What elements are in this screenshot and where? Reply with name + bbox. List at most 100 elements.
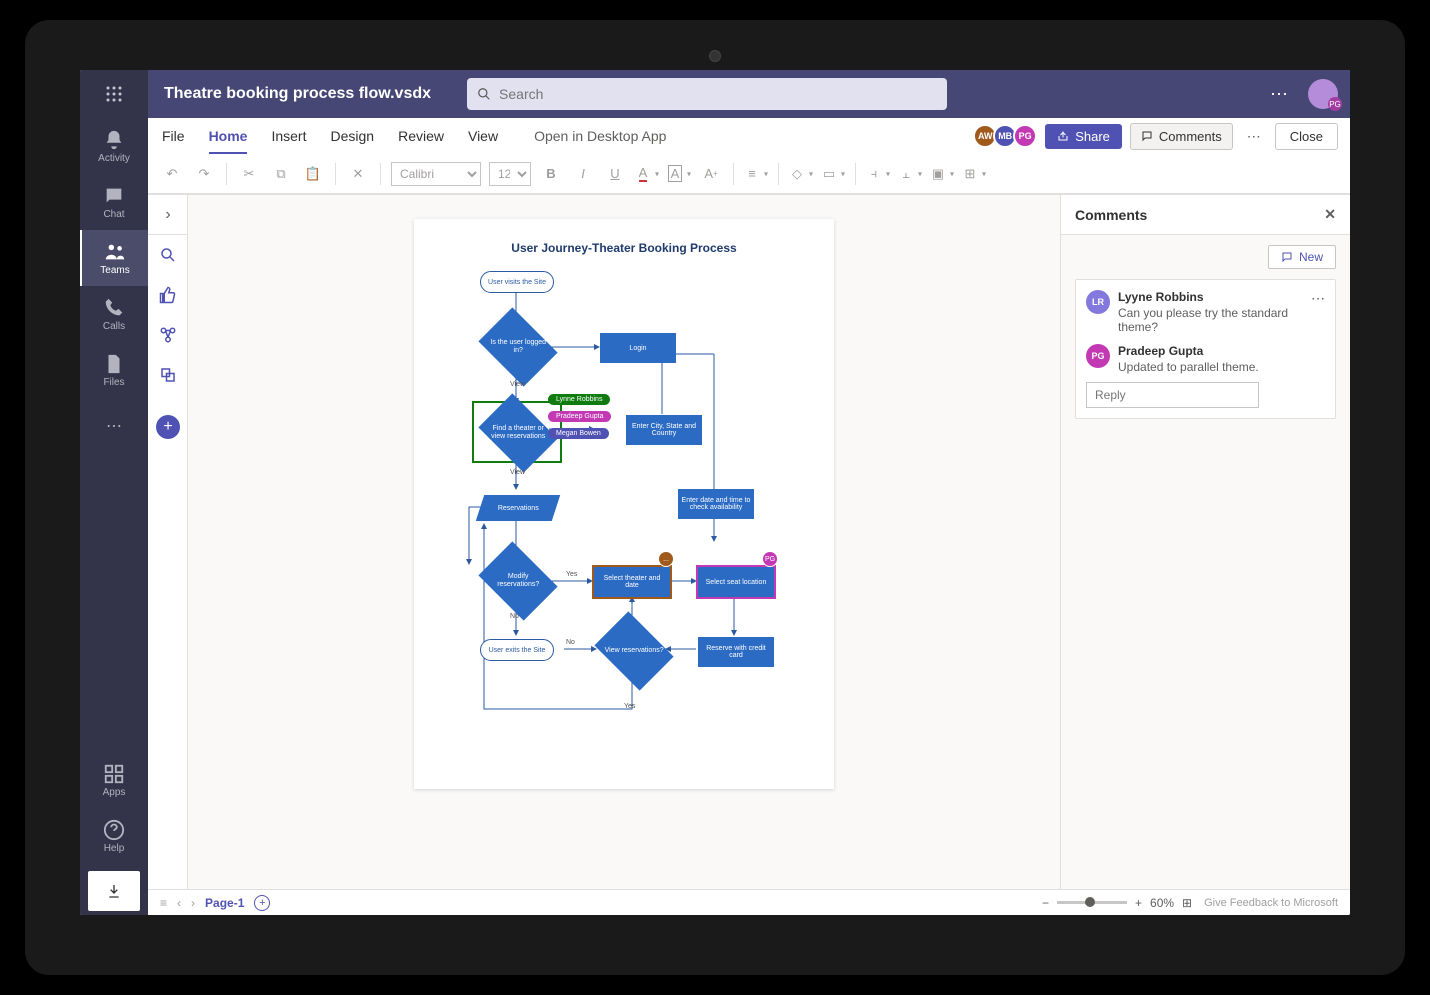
arrange-position-icon[interactable]: ⫠ bbox=[898, 162, 922, 186]
presence-pill: Lynne Robbins bbox=[548, 394, 610, 405]
rail-label: Chat bbox=[103, 209, 124, 220]
font-size-select[interactable]: 12 bbox=[489, 162, 531, 186]
shape-select-seat[interactable]: Select seat location bbox=[698, 567, 774, 597]
presence-avatar[interactable]: PG bbox=[1013, 124, 1037, 148]
reply-input[interactable] bbox=[1086, 382, 1259, 408]
teams-left-rail: Activity Chat Teams Calls Files ⋯ bbox=[80, 70, 148, 915]
shape-reserve[interactable]: Reserve with credit card bbox=[698, 637, 774, 667]
line-icon[interactable]: ▭ bbox=[821, 162, 845, 186]
shape-decision-login[interactable]: Is the user logged in? bbox=[478, 307, 557, 386]
tab-home[interactable]: Home bbox=[209, 118, 248, 154]
shape-start[interactable]: User visits the Site bbox=[480, 271, 554, 293]
tab-insert[interactable]: Insert bbox=[271, 118, 306, 154]
tab-file[interactable]: File bbox=[162, 118, 185, 154]
shape-enter-city[interactable]: Enter City, State and Country bbox=[626, 415, 702, 445]
shapes-tool-icon[interactable] bbox=[148, 315, 188, 355]
underline-icon[interactable]: U bbox=[603, 162, 627, 186]
fill-icon[interactable]: ◇ bbox=[789, 162, 813, 186]
side-tool-rail: › + bbox=[148, 195, 188, 889]
download-button[interactable] bbox=[88, 871, 140, 911]
topbar-more-icon[interactable]: ⋯ bbox=[1262, 84, 1296, 105]
open-in-desktop[interactable]: Open in Desktop App bbox=[534, 118, 666, 154]
new-label: New bbox=[1299, 250, 1323, 264]
presence-pill: Megan Bowen bbox=[548, 428, 609, 439]
align-icon[interactable]: ≡ bbox=[744, 162, 768, 186]
fit-page-icon[interactable]: ⊞ bbox=[1182, 896, 1192, 910]
close-icon[interactable]: ✕ bbox=[1324, 206, 1336, 223]
delete-icon[interactable]: ✕ bbox=[346, 162, 370, 186]
shape-enter-date[interactable]: Enter date and time to check availabilit… bbox=[678, 489, 754, 519]
rail-calls[interactable]: Calls bbox=[80, 286, 148, 342]
font-color-icon[interactable]: A bbox=[635, 162, 659, 186]
rail-help[interactable]: Help bbox=[80, 811, 148, 867]
highlight-icon[interactable]: A bbox=[667, 162, 691, 186]
bold-icon[interactable]: B bbox=[539, 162, 563, 186]
prev-page-icon[interactable]: ‹ bbox=[177, 896, 181, 910]
user-avatar[interactable] bbox=[1308, 79, 1338, 109]
search-box[interactable] bbox=[467, 78, 947, 110]
tab-view[interactable]: View bbox=[468, 118, 498, 154]
comment-more-icon[interactable]: ⋯ bbox=[1311, 290, 1325, 307]
rail-more[interactable]: ⋯ bbox=[80, 398, 148, 454]
feedback-link[interactable]: Give Feedback to Microsoft bbox=[1204, 897, 1338, 909]
rail-label: Calls bbox=[103, 321, 125, 332]
like-tool-icon[interactable] bbox=[148, 275, 188, 315]
comment-icon bbox=[1141, 130, 1153, 142]
canvas[interactable]: User Journey-Theater Booking Process bbox=[188, 195, 1060, 889]
zoom-in-button[interactable]: + bbox=[1135, 896, 1142, 910]
rail-activity[interactable]: Activity bbox=[80, 118, 148, 174]
shape-modify[interactable]: Modify reservations? bbox=[478, 541, 557, 620]
new-comment-button[interactable]: New bbox=[1268, 245, 1336, 269]
tab-review[interactable]: Review bbox=[398, 118, 444, 154]
rail-label: Apps bbox=[103, 787, 126, 798]
italic-icon[interactable]: I bbox=[571, 162, 595, 186]
copy-icon[interactable]: ⧉ bbox=[269, 162, 293, 186]
font-family-select[interactable]: Calibri bbox=[391, 162, 481, 186]
group-icon[interactable]: ⊞ bbox=[962, 162, 986, 186]
arrange-align-icon[interactable]: ⫞ bbox=[866, 162, 890, 186]
zoom-slider[interactable] bbox=[1057, 901, 1127, 904]
paste-icon[interactable]: 📋 bbox=[301, 162, 325, 186]
rail-chat[interactable]: Chat bbox=[80, 174, 148, 230]
presence-pill: Pradeep Gupta bbox=[548, 411, 611, 422]
shape-view-res[interactable]: View reservations? bbox=[594, 611, 673, 690]
comment-thread[interactable]: LR Lyyne Robbins Can you please try the … bbox=[1075, 279, 1336, 419]
redo-icon[interactable]: ↷ bbox=[192, 162, 216, 186]
comments-panel-title: Comments bbox=[1075, 207, 1147, 223]
expand-panel-icon[interactable]: › bbox=[148, 195, 188, 235]
comments-button[interactable]: Comments bbox=[1130, 123, 1233, 150]
bring-front-icon[interactable]: ▣ bbox=[930, 162, 954, 186]
search-tool-icon[interactable] bbox=[148, 235, 188, 275]
tab-design[interactable]: Design bbox=[330, 118, 374, 154]
cut-icon[interactable]: ✂ bbox=[237, 162, 261, 186]
share-button[interactable]: Share bbox=[1045, 124, 1122, 149]
comment-avatar: LR bbox=[1086, 290, 1110, 314]
add-page-button[interactable]: + bbox=[254, 895, 270, 911]
layers-tool-icon[interactable] bbox=[148, 355, 188, 395]
comments-panel: Comments ✕ New LR Lyyne Robbins bbox=[1060, 195, 1350, 889]
rail-apps[interactable]: Apps bbox=[80, 755, 148, 811]
undo-icon[interactable]: ↶ bbox=[160, 162, 184, 186]
font-grow-icon[interactable]: A+ bbox=[699, 162, 723, 186]
rail-teams[interactable]: Teams bbox=[80, 230, 148, 286]
add-tool-button[interactable]: + bbox=[148, 407, 188, 447]
shape-reservations[interactable]: Reservations bbox=[476, 495, 560, 521]
shape-select-theater[interactable]: Select theater and date bbox=[594, 567, 670, 597]
toolbar: ↶ ↷ ✂ ⧉ 📋 ✕ Calibri 12 B I U A A A+ bbox=[148, 154, 1350, 194]
rail-files[interactable]: Files bbox=[80, 342, 148, 398]
close-button[interactable]: Close bbox=[1275, 123, 1338, 150]
page-tab[interactable]: Page-1 bbox=[205, 896, 244, 910]
comment-marker[interactable]: ... bbox=[658, 551, 674, 567]
search-input[interactable] bbox=[499, 86, 937, 102]
shape-login[interactable]: Login bbox=[600, 333, 676, 363]
shape-exit[interactable]: User exits the Site bbox=[480, 639, 554, 661]
sheet-menu-icon[interactable]: ≡ bbox=[160, 896, 167, 910]
comment-marker[interactable]: PG bbox=[762, 551, 778, 567]
comment-author: Lyyne Robbins bbox=[1118, 290, 1303, 304]
waffle-icon[interactable] bbox=[80, 70, 148, 118]
share-label: Share bbox=[1075, 129, 1110, 144]
ribbon-more-icon[interactable]: ⋯ bbox=[1241, 124, 1267, 149]
next-page-icon[interactable]: › bbox=[191, 896, 195, 910]
zoom-out-button[interactable]: − bbox=[1042, 896, 1049, 910]
zoom-value[interactable]: 60% bbox=[1150, 896, 1174, 910]
